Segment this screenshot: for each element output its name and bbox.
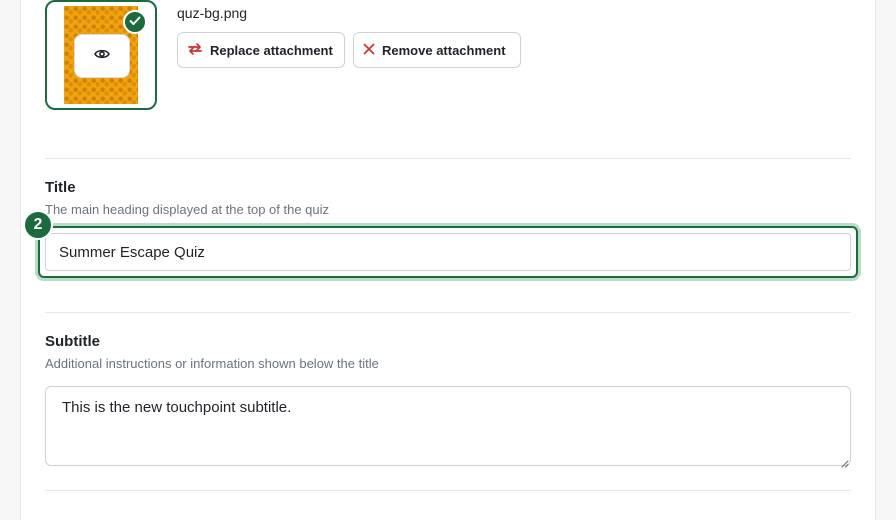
resize-handle-icon[interactable] (840, 455, 849, 468)
eye-icon (94, 47, 110, 65)
attachment-filename: quz-bg.png (177, 5, 248, 21)
attachment-thumbnail[interactable] (45, 0, 157, 110)
subtitle-textarea[interactable]: This is the new touchpoint subtitle. (45, 386, 851, 466)
close-icon (363, 43, 375, 58)
check-icon (129, 13, 141, 31)
subtitle-help-text: Additional instructions or information s… (45, 356, 379, 371)
section-divider (45, 312, 851, 313)
replace-attachment-button[interactable]: Replace attachment (177, 32, 345, 68)
section-divider (45, 490, 851, 491)
title-help-text: The main heading displayed at the top of… (45, 202, 330, 217)
preview-button[interactable] (74, 34, 130, 78)
replace-attachment-label: Replace attachment (210, 42, 333, 58)
subtitle-label: Subtitle (45, 333, 100, 350)
title-label: Title (45, 179, 76, 196)
remove-attachment-label: Remove attachment (382, 42, 506, 58)
section-divider (45, 158, 851, 159)
step-number-badge: 2 (23, 210, 53, 240)
title-input[interactable] (45, 233, 851, 271)
remove-attachment-button[interactable]: Remove attachment (353, 32, 521, 68)
selected-badge (123, 10, 147, 34)
swap-arrows-icon (187, 42, 203, 59)
